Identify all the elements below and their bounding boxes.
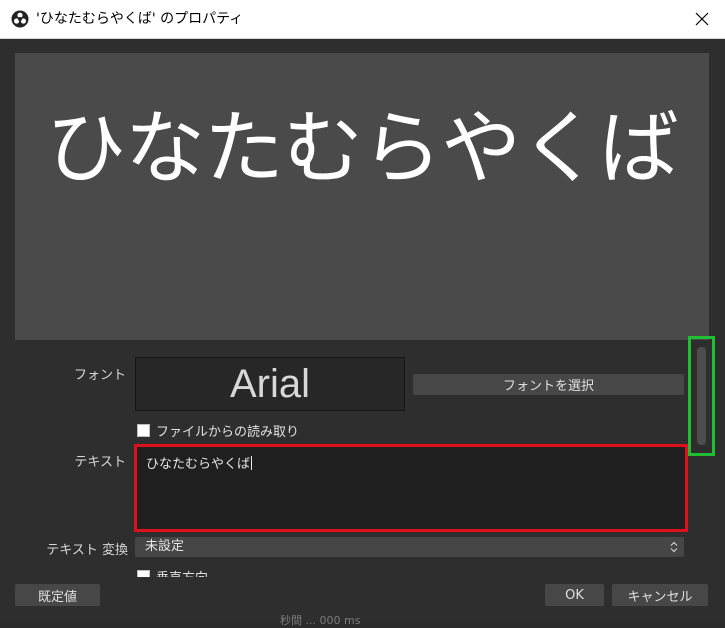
title-bar: 'ひなたむらやくば' のプロパティ (0, 0, 725, 39)
text-input-highlight: ひなたむらやくば (134, 444, 688, 532)
text-transform-select[interactable]: 未設定 (135, 537, 684, 557)
updown-arrows-icon (666, 539, 682, 555)
text-label: テキスト (74, 455, 126, 470)
font-preview-box: Arial (135, 357, 405, 411)
close-icon (695, 12, 709, 26)
text-input-value: ひなたむらやくば (146, 457, 251, 472)
read-from-file-checkbox[interactable] (137, 424, 150, 437)
background-window-text: 秒間 ... 000 ms (280, 614, 361, 627)
close-button[interactable] (679, 0, 725, 38)
vertical-row[interactable]: 垂直方向 (137, 567, 208, 577)
select-font-button[interactable]: フォントを選択 (413, 374, 684, 395)
obs-icon (11, 10, 29, 28)
vertical-row-clip: 垂直方向 (0, 565, 725, 577)
text-transform-value: 未設定 (145, 539, 185, 554)
scrollbar-thumb[interactable] (697, 347, 706, 445)
vertical-label: 垂直方向 (156, 567, 208, 577)
source-preview: ひなたむらやくば (15, 53, 709, 340)
text-input[interactable]: ひなたむらやくば (137, 447, 685, 529)
read-from-file-label: ファイルからの読み取り (156, 425, 300, 440)
vertical-checkbox[interactable] (137, 570, 150, 577)
cancel-button[interactable]: キャンセル (612, 584, 708, 606)
read-from-file-row[interactable]: ファイルからの読み取り (137, 421, 299, 440)
text-caret (251, 456, 253, 470)
scrollbar-highlight (688, 336, 715, 456)
ok-button[interactable]: OK (545, 584, 604, 606)
window-title: 'ひなたむらやくば' のプロパティ (36, 11, 244, 27)
defaults-button[interactable]: 既定値 (15, 584, 100, 606)
text-transform-label: テキスト 変換 (46, 543, 128, 558)
preview-text: ひなたむらやくば (46, 102, 679, 195)
font-label: フォント (73, 368, 126, 383)
